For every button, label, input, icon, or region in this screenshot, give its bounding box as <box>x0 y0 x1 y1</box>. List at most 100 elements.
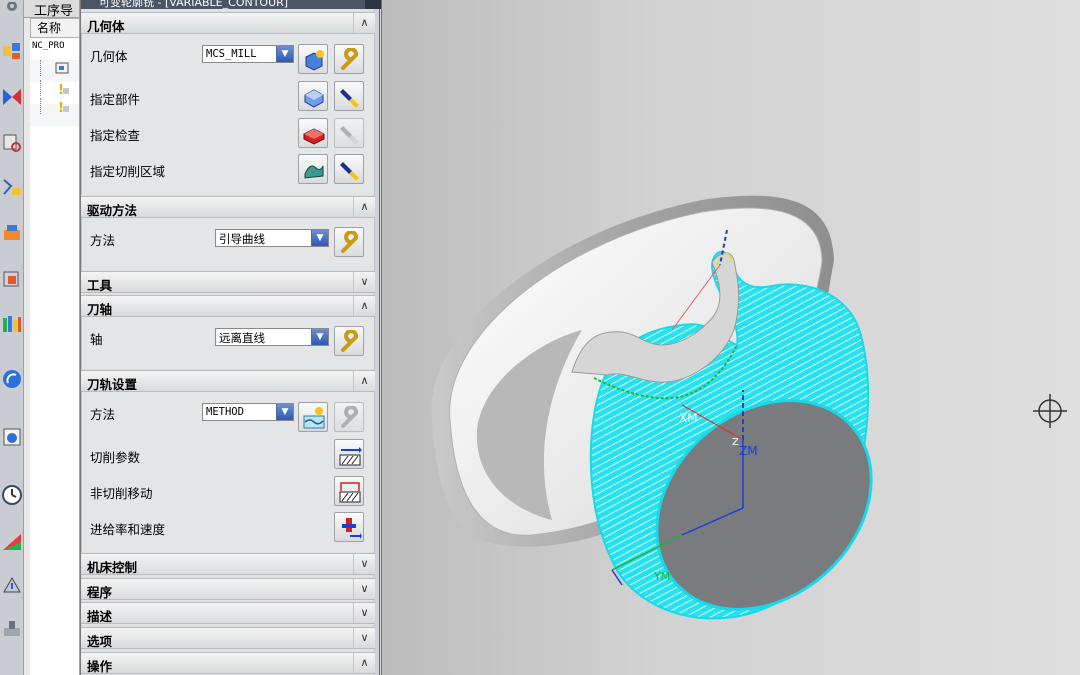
new-geometry-button[interactable] <box>298 44 328 74</box>
section-options-header[interactable]: 选项 ∨ <box>81 627 375 649</box>
non-cut-label: 非切削移动 <box>90 486 153 501</box>
cut-params-label: 切削参数 <box>90 450 141 465</box>
drive-method-value: 引导曲线 <box>219 232 265 246</box>
expand-icon[interactable]: ∨ <box>353 579 375 599</box>
dropdown-arrow-icon[interactable]: ▼ <box>276 404 293 420</box>
collapse-icon[interactable]: ∧ <box>353 371 375 391</box>
label-z: Z <box>732 437 739 448</box>
graphics-viewport[interactable]: XM ZM Z YM <box>381 0 1080 675</box>
drive-method-select[interactable]: 引导曲线 ▼ <box>215 229 329 247</box>
part-icon <box>304 89 324 108</box>
edit-geometry-button[interactable] <box>334 44 364 74</box>
cut-params-button[interactable] <box>334 439 364 469</box>
new-method-button[interactable] <box>298 402 328 432</box>
flashlight-disabled-icon <box>340 126 359 145</box>
toolbar-bars-icon[interactable] <box>1 312 23 334</box>
toolbar-create-operation-icon[interactable] <box>1 222 23 244</box>
dialog-titlebar[interactable]: 可变轮廓铣 - [VARIABLE_CONTOUR] <box>81 0 381 9</box>
section-machine-header[interactable]: 机床控制 ∨ <box>81 553 375 575</box>
label-ym: YM <box>653 570 670 583</box>
path-method-value: METHOD <box>206 406 244 418</box>
section-actions-header[interactable]: 操作 ∧ <box>81 652 375 674</box>
section-actions-title: 操作 <box>87 659 113 674</box>
geometry-select-value: MCS_MILL <box>206 48 257 60</box>
path-method-select[interactable]: METHOD ▼ <box>202 403 294 421</box>
dropdown-arrow-icon[interactable]: ▼ <box>311 230 328 246</box>
new-geometry-icon <box>305 50 324 71</box>
navigator-node-operation-2[interactable]: ! <box>40 98 79 114</box>
section-program-header[interactable]: 程序 ∨ <box>81 578 375 600</box>
edit-method-button[interactable] <box>334 402 364 432</box>
section-drive-header[interactable]: 驱动方法 ∧ <box>81 196 375 218</box>
display-check-button[interactable] <box>334 118 364 148</box>
cut-params-icon <box>339 447 362 466</box>
section-description-title: 描述 <box>87 609 113 624</box>
dropdown-arrow-icon[interactable]: ▼ <box>311 329 328 345</box>
flashlight-icon <box>340 89 359 108</box>
select-part-button[interactable] <box>298 81 328 111</box>
toolbar-verify-icon[interactable] <box>1 426 23 448</box>
feeds-speeds-button[interactable] <box>334 512 364 542</box>
axis-select[interactable]: 远离直线 ▼ <box>215 328 329 346</box>
axis-label: 轴 <box>90 332 103 347</box>
navigator-list: NC_PRO ! ! <box>30 38 79 675</box>
section-geometry-title: 几何体 <box>87 19 125 34</box>
flashlight-icon <box>340 162 359 181</box>
axis-value: 远离直线 <box>219 331 265 345</box>
wrench-disabled-icon <box>341 406 359 428</box>
part-model-3d[interactable]: XM ZM Z YM <box>382 0 1080 675</box>
toolbar-wireless-icon[interactable] <box>1 368 23 390</box>
non-cut-moves-button[interactable] <box>334 476 364 506</box>
part-label: 指定部件 <box>90 92 141 107</box>
toolbar-create-method-icon[interactable] <box>1 176 23 198</box>
section-axis-header[interactable]: 刀轴 ∧ <box>81 295 375 317</box>
toolbar-machine-icon[interactable] <box>1 268 23 290</box>
display-part-button[interactable] <box>334 81 364 111</box>
section-tool-header[interactable]: 工具 ∨ <box>81 271 375 293</box>
operation-navigator: 工序导 名称 NC_PRO ! ! <box>24 0 80 675</box>
operation-dialog: 可变轮廓铣 - [VARIABLE_CONTOUR] 几何体 ∧ 几何体 MCS… <box>80 0 381 675</box>
edit-axis-button[interactable] <box>334 326 364 356</box>
wrench-icon <box>341 330 359 352</box>
check-label: 指定检查 <box>90 128 141 143</box>
expand-icon[interactable]: ∨ <box>353 272 375 292</box>
toolbar-create-geometry-icon[interactable] <box>1 132 23 154</box>
wrench-icon <box>341 231 359 253</box>
dropdown-arrow-icon[interactable]: ▼ <box>276 46 293 62</box>
wrench-icon <box>341 48 359 70</box>
edit-drive-method-button[interactable] <box>334 227 364 257</box>
geometry-label: 几何体 <box>90 49 128 64</box>
toolbar-chart-icon[interactable] <box>1 530 23 552</box>
cut-area-icon <box>304 165 324 179</box>
navigator-node-operation-1[interactable]: ! <box>40 80 79 96</box>
toolbar-gear-icon[interactable] <box>1 1 23 24</box>
section-description-header[interactable]: 描述 ∨ <box>81 602 375 624</box>
toolbar-shopdoc-icon[interactable] <box>1 618 23 640</box>
navigator-root-item[interactable]: NC_PRO <box>32 41 65 51</box>
expand-icon[interactable]: ∨ <box>353 628 375 648</box>
collapse-icon[interactable]: ∧ <box>353 197 375 217</box>
toolbar-postprocess-icon[interactable] <box>1 574 23 596</box>
navigator-node-program[interactable] <box>40 60 79 76</box>
display-cut-area-button[interactable] <box>334 154 364 184</box>
collapse-icon[interactable]: ∧ <box>353 13 375 33</box>
select-check-button[interactable] <box>298 118 328 148</box>
section-geometry-header[interactable]: 几何体 ∧ <box>81 12 375 34</box>
check-geometry-icon <box>303 128 325 145</box>
toolbar-clock-icon[interactable] <box>1 484 23 506</box>
select-cut-area-button[interactable] <box>298 154 328 184</box>
section-path-body: 方法 METHOD ▼ 切削参数 非切削移动 进给率和速度 <box>81 392 375 552</box>
geometry-select[interactable]: MCS_MILL ▼ <box>202 45 294 63</box>
close-icon[interactable] <box>365 0 381 9</box>
section-path-header[interactable]: 刀轨设置 ∧ <box>81 370 375 392</box>
toolbar-create-program-icon[interactable] <box>1 40 23 62</box>
expand-icon[interactable]: ∨ <box>353 603 375 623</box>
section-program-title: 程序 <box>87 585 113 600</box>
collapse-icon[interactable]: ∧ <box>353 296 375 316</box>
collapse-icon[interactable]: ∧ <box>353 653 375 673</box>
navigator-column-name[interactable]: 名称 <box>30 18 79 38</box>
expand-icon[interactable]: ∨ <box>353 554 375 574</box>
toolbar-create-tool-icon[interactable] <box>1 86 23 108</box>
label-zm: ZM <box>739 444 758 458</box>
section-path-title: 刀轨设置 <box>87 377 138 392</box>
